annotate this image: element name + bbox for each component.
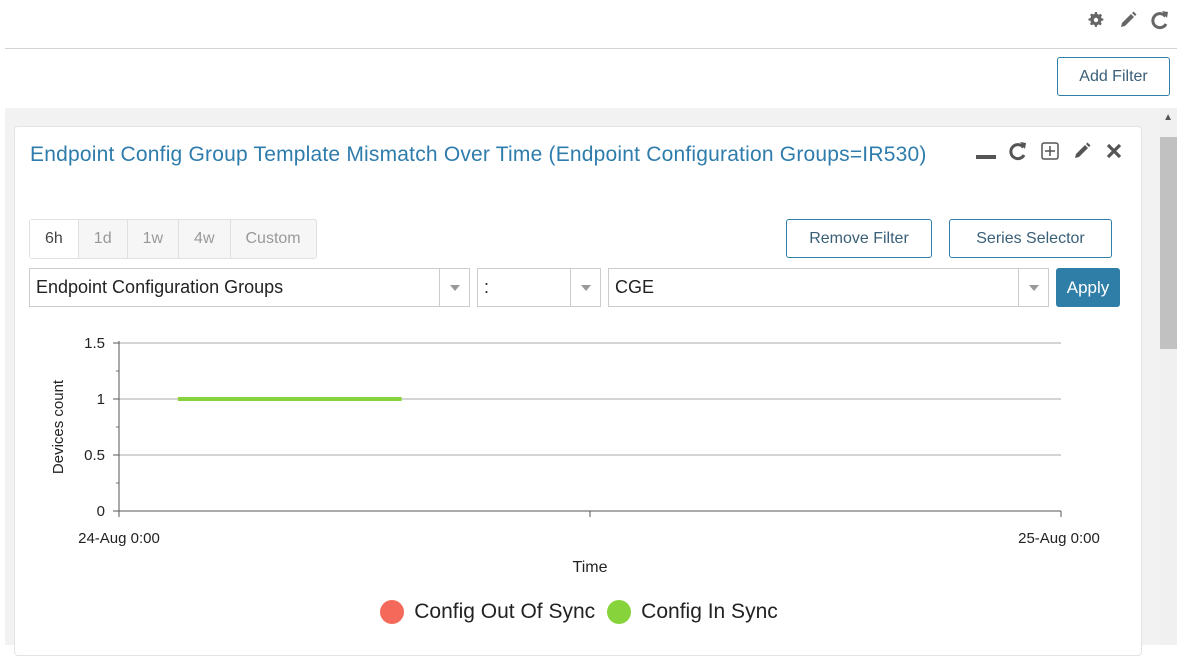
page-toolbar [1085,8,1171,32]
pencil-icon[interactable] [1117,8,1139,32]
legend-label-out-of-sync: Config Out Of Sync [414,600,596,623]
chart-legend: Config Out Of Sync Config In Sync [15,600,1143,624]
x-tick-label: 24-Aug 0:00 [78,530,160,547]
add-filter-button[interactable]: Add Filter [1057,57,1170,96]
toolbar-divider [5,48,1177,49]
refresh-icon[interactable] [1149,8,1171,32]
x-axis-title: Time [573,559,608,576]
line-chart: 0 0.5 1 1.5 24-Aug 0:00 25-Aug 0:00 Time Device… [50,335,1100,576]
y-tick-label: 1.5 [84,335,105,352]
legend-label-in-sync: Config In Sync [641,600,778,623]
x-tick-label: 25-Aug 0:00 [1018,530,1100,547]
y-tick-label: 1 [97,391,105,408]
scroll-up-arrow-icon[interactable]: ▲ [1163,112,1173,123]
y-tick-label: 0.5 [84,447,105,464]
legend-item-in-sync[interactable]: Config In Sync [607,600,778,624]
legend-item-out-of-sync[interactable]: Config Out Of Sync [380,600,595,624]
scrollbar-thumb[interactable] [1160,137,1177,349]
legend-swatch-out-of-sync [380,600,405,624]
legend-swatch-in-sync [607,600,632,624]
y-tick-label: 0 [97,503,105,520]
gear-icon[interactable] [1085,8,1107,32]
dashlet-card: Endpoint Config Group Template Mismatch … [14,126,1142,656]
y-axis-title: Devices count [50,379,67,474]
